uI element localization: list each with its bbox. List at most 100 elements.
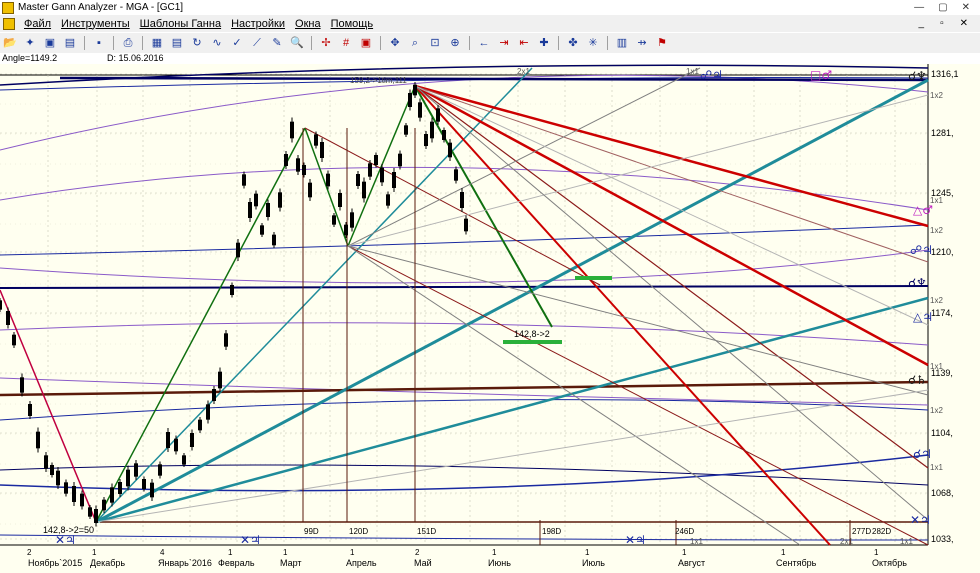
flag-icon[interactable]: ⚑ <box>654 36 670 50</box>
candle-body <box>190 433 194 447</box>
fan-ratio-label: 1x2 <box>930 91 943 100</box>
candle-body <box>12 334 16 346</box>
save-icon[interactable]: ▪ <box>91 36 107 50</box>
close-button[interactable]: ✕ <box>962 2 970 13</box>
fan-ratio-label: 2x1 <box>840 537 853 546</box>
cross-red-icon[interactable]: ✢ <box>318 36 334 50</box>
candle-body <box>332 215 336 225</box>
chart-canvas[interactable]: 1316,11281,1245,1210,1174,1139,1104,1068… <box>0 64 980 573</box>
month-label: Август <box>678 558 705 568</box>
candle-body <box>448 142 452 158</box>
doc-close-button[interactable]: ✕ <box>960 18 968 29</box>
chart-open-icon[interactable]: ▣ <box>42 36 58 50</box>
wave-icon[interactable]: ∿ <box>209 36 225 50</box>
folder-icon[interactable]: ▤ <box>62 36 78 50</box>
month-label: Январь`2016 <box>158 558 212 568</box>
toolbar-separator <box>311 36 312 50</box>
box-red-icon[interactable]: ▣ <box>358 36 374 50</box>
check-icon[interactable]: ✓ <box>229 36 245 50</box>
candle-body <box>454 169 458 181</box>
candle-body <box>242 174 246 186</box>
candle-body <box>36 431 40 449</box>
menu-windows[interactable]: Окна <box>290 18 326 30</box>
candle-body <box>206 404 210 420</box>
maximize-button[interactable]: ▢ <box>938 2 947 13</box>
candle-body <box>110 487 114 503</box>
cycle-icon[interactable]: ↻ <box>189 36 205 50</box>
fit-icon[interactable]: ⊡ <box>427 36 443 50</box>
candle-body <box>344 224 348 236</box>
zoom-box-icon[interactable]: ⌕ <box>407 36 423 50</box>
minimize-button[interactable]: — <box>914 2 924 13</box>
wand-icon[interactable]: ✦ <box>22 36 38 50</box>
grid-icon[interactable]: ▦ <box>149 36 165 50</box>
day-tick-label: 1 <box>781 548 786 557</box>
pencil-icon[interactable]: ✎ <box>269 36 285 50</box>
purple-arc-3 <box>0 249 929 284</box>
candle-body <box>356 174 360 186</box>
planet-aspect-label: ☌♃ <box>913 447 932 461</box>
candle-body <box>418 102 422 118</box>
candle-body <box>436 108 440 122</box>
toolbar-separator <box>607 36 608 50</box>
candle-body <box>368 163 372 177</box>
candle-body <box>266 203 270 217</box>
gann-chart[interactable]: 1316,1 1281, 1245, 1210, 1174, 1139, 1104, 1068… <box>0 64 980 573</box>
menu-settings[interactable]: Настройки <box>226 18 290 30</box>
candle-body <box>88 507 92 517</box>
doc-minimize-button[interactable]: _ <box>919 18 925 29</box>
candle-body <box>296 158 300 172</box>
day-count-label: 282D <box>872 527 891 536</box>
document-icon[interactable] <box>3 17 15 30</box>
planet-aspect-label: ☌♄ <box>908 373 927 387</box>
red-fan-4 <box>414 85 929 469</box>
move-icon[interactable]: ✥ <box>387 36 403 50</box>
crosshair-icon[interactable]: ✚ <box>536 36 552 50</box>
menu-help[interactable]: Помощь <box>326 18 379 30</box>
fan-icon[interactable]: ⟋ <box>249 36 265 50</box>
candle-body <box>230 285 234 295</box>
day-count-label: 246D <box>675 527 694 536</box>
candle-body <box>460 192 464 208</box>
zoom-in-icon[interactable]: ⊕ <box>447 36 463 50</box>
day-tick-label: 2 <box>27 548 32 557</box>
planet-aspect-label: ✕♃ <box>910 513 931 527</box>
planet-aspect-label: △♃ <box>913 310 933 324</box>
star-icon[interactable]: ✳ <box>585 36 601 50</box>
candle-body <box>94 509 98 523</box>
candle-body <box>212 389 216 401</box>
month-label: Сентябрь <box>776 558 817 568</box>
planet-aspect-label: ☌♆ <box>908 69 927 83</box>
menu-file[interactable]: Файл <box>19 18 56 30</box>
arrow-gray-icon[interactable]: ⇸ <box>634 36 650 50</box>
cursor-icon[interactable]: ✤ <box>565 36 581 50</box>
candle-body <box>166 432 170 448</box>
fan-ratio-label: 1x1 <box>686 67 699 76</box>
candle-body <box>56 470 60 486</box>
window-controls: — ▢ ✕ <box>914 2 970 13</box>
candle-body <box>272 234 276 246</box>
table-icon[interactable]: ▤ <box>169 36 185 50</box>
candle-body <box>302 165 306 175</box>
doc-restore-button[interactable]: ▫ <box>940 18 944 29</box>
day-count-label: 99D <box>304 527 319 536</box>
bar-right-icon[interactable]: ⇥ <box>496 36 512 50</box>
grid-red-icon[interactable]: # <box>338 36 354 50</box>
candle-body <box>386 194 390 206</box>
price-tick-label: 1281, <box>931 128 954 138</box>
menu-tools[interactable]: Инструменты <box>56 18 135 30</box>
open-icon[interactable]: 📂 <box>2 36 18 50</box>
menu-gann-templates[interactable]: Шаблоны Ганна <box>135 18 226 30</box>
print-icon[interactable]: ⎙ <box>120 36 136 50</box>
window-title: Master Gann Analyzer - MGA - [GC1] <box>18 2 184 13</box>
arrow-left-icon[interactable]: ← <box>476 36 492 50</box>
day-tick-label: 4 <box>160 548 165 557</box>
fan-ratio-label: 1x1 <box>930 463 943 472</box>
bar-left-icon[interactable]: ⇤ <box>516 36 532 50</box>
candle-body <box>102 499 106 511</box>
grid-gray-icon[interactable]: ▥ <box>614 36 630 50</box>
month-label: Апрель <box>346 558 377 568</box>
candle-body <box>134 463 138 477</box>
zoom-icon[interactable]: 🔍 <box>289 36 305 50</box>
candle-body <box>408 93 412 107</box>
